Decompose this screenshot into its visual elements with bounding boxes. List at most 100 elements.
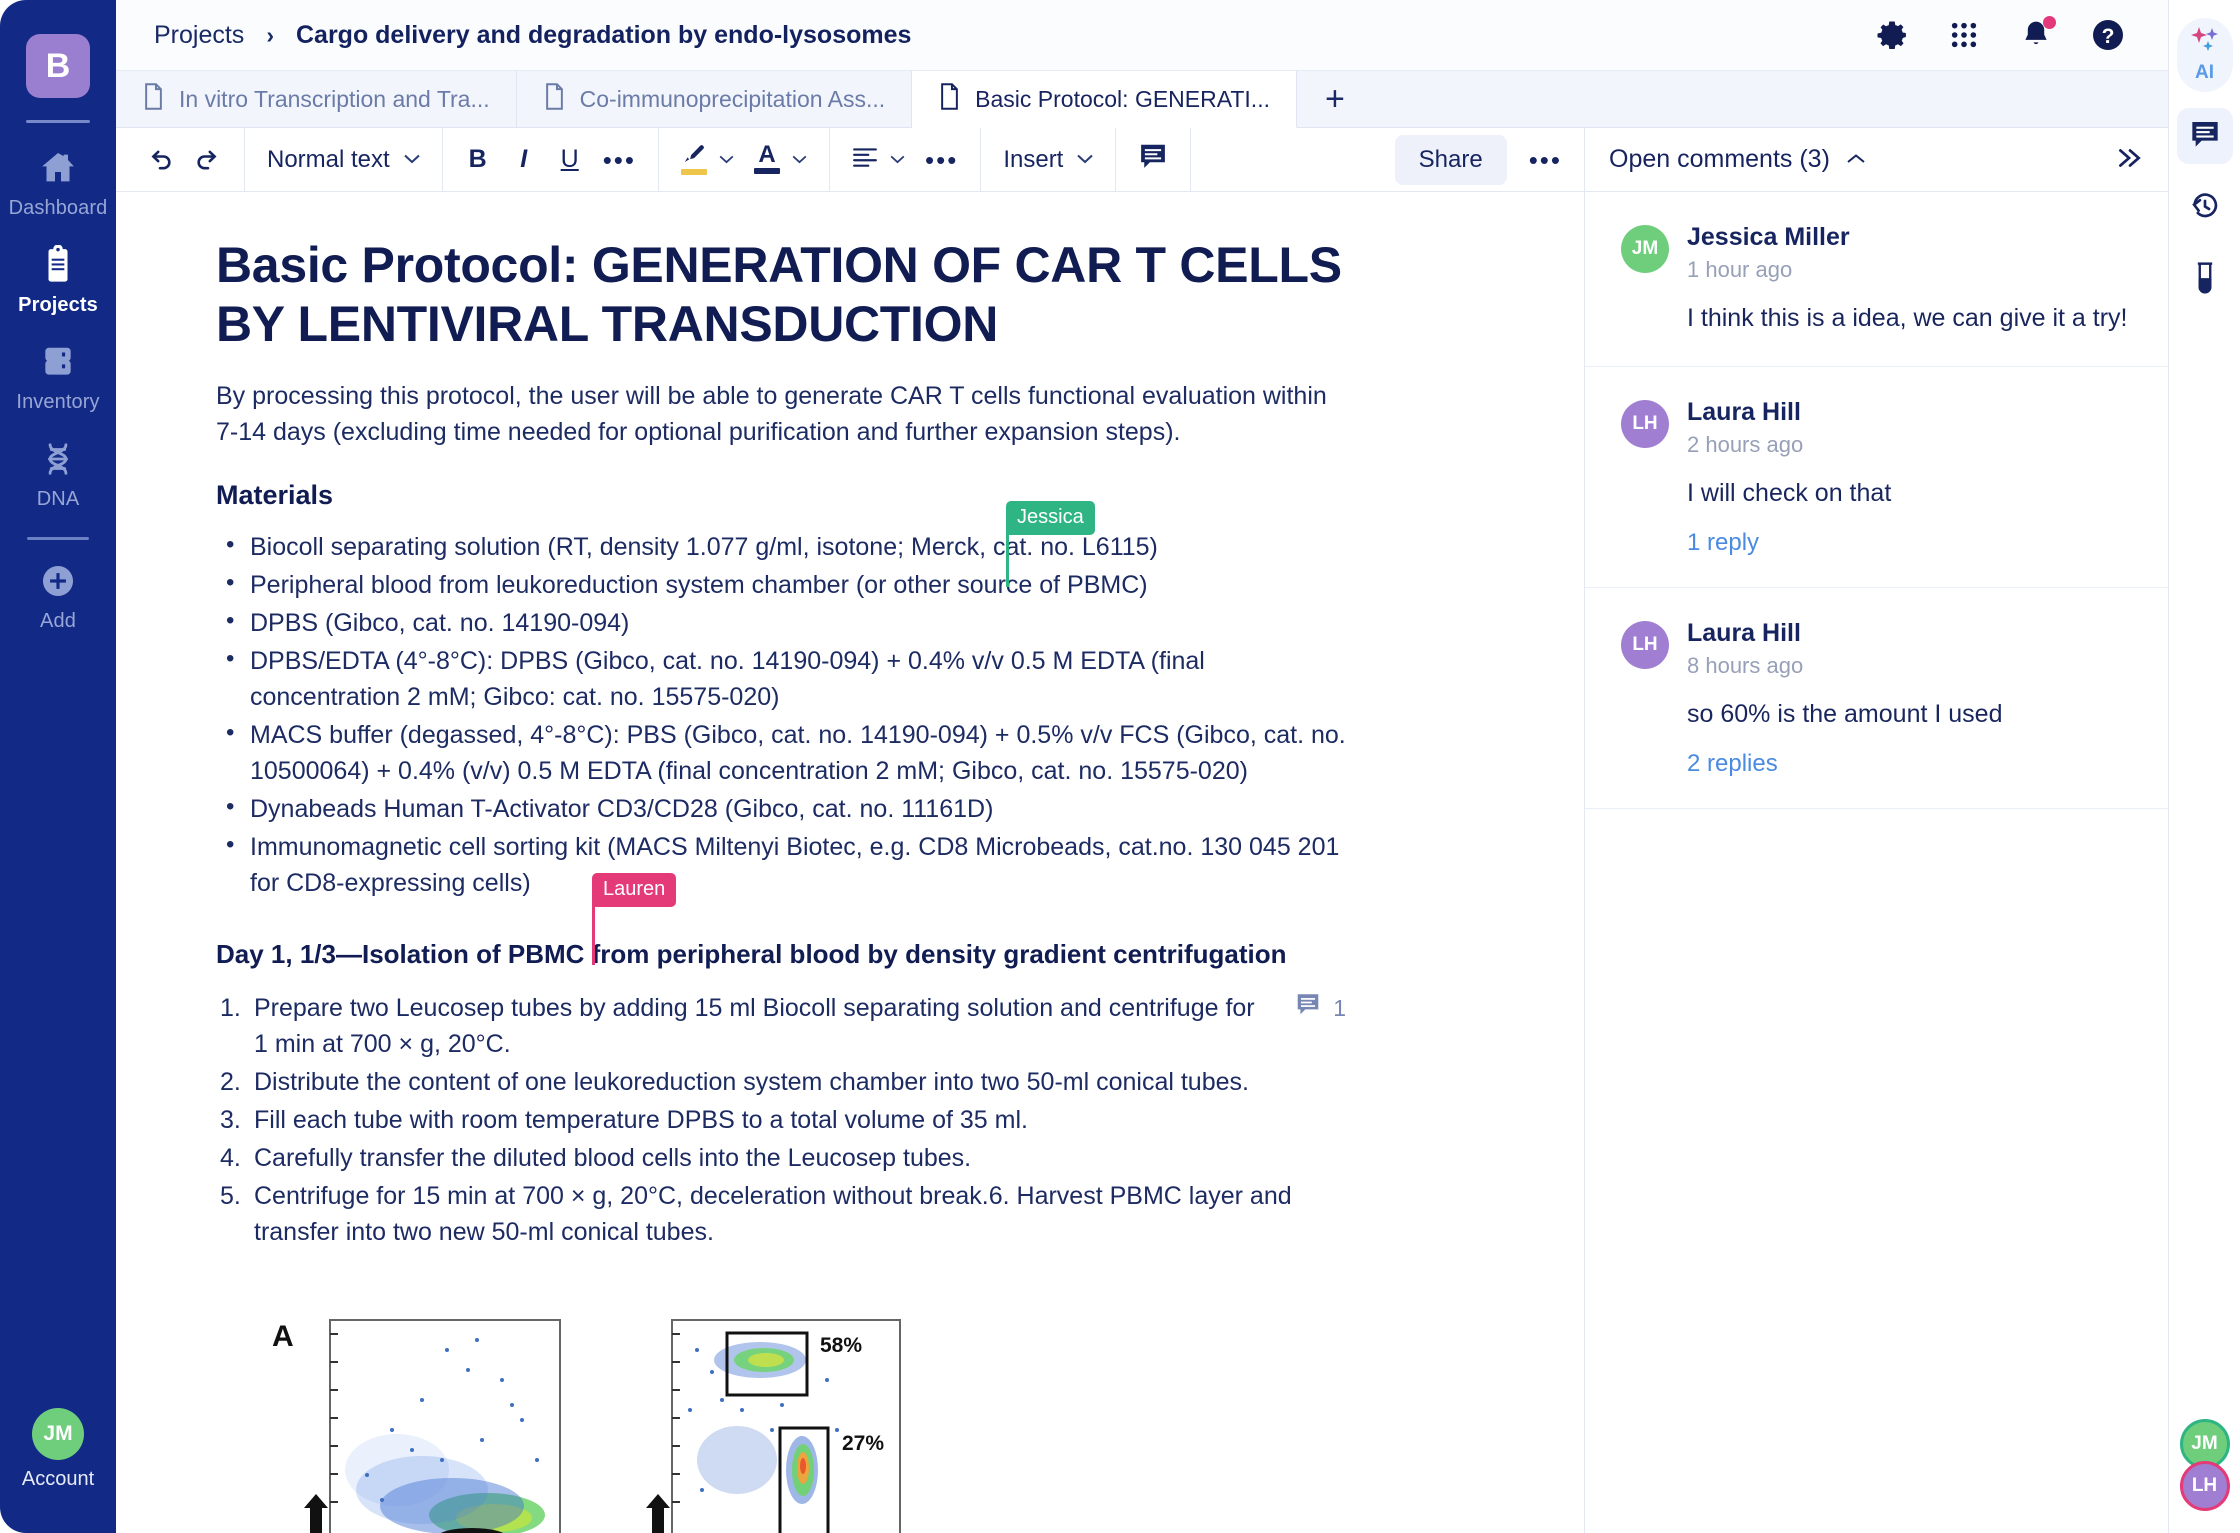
editor-toolbar: Normal text B I U ••• A ••• Insert Share… bbox=[116, 128, 2168, 192]
sidebar-item-dna[interactable]: DNA bbox=[0, 424, 116, 521]
comment-meta: Laura Hill 8 hours ago bbox=[1687, 618, 1803, 679]
sidebar-divider-top bbox=[26, 120, 90, 123]
font-color-letter: A bbox=[758, 141, 776, 168]
svg-text:27%: 27% bbox=[842, 1432, 884, 1455]
comment-card[interactable]: LH Laura Hill 8 hours ago so 60% is the … bbox=[1585, 588, 2168, 809]
step-row: Prepare two Leucosep tubes by adding 15 … bbox=[254, 990, 1346, 1062]
comment-timestamp: 2 hours ago bbox=[1687, 432, 1804, 457]
figure-panel-label: A bbox=[272, 1320, 294, 1353]
breadcrumb-current: Cargo delivery and degradation by endo-l… bbox=[295, 20, 912, 49]
account-button[interactable]: JM Account bbox=[0, 1408, 116, 1491]
doc-tab-label: Co-immunoprecipitation Ass... bbox=[579, 85, 886, 112]
chevron-down-icon bbox=[719, 151, 734, 168]
ai-label: AI bbox=[2195, 62, 2214, 83]
account-label: Account bbox=[21, 1468, 95, 1490]
open-comments-toggle[interactable]: Open comments (3) bbox=[1609, 145, 1830, 174]
top-header: Projects › Cargo delivery and degradatio… bbox=[116, 0, 2168, 71]
comment-header: LH Laura Hill 2 hours ago bbox=[1621, 397, 2132, 458]
toolbar-group-style: Normal text bbox=[245, 128, 443, 191]
doc-tab-2[interactable]: Co-immunoprecipitation Ass... bbox=[516, 71, 913, 127]
sidebar-item-inventory[interactable]: Inventory bbox=[0, 327, 116, 424]
right-icon-rail: AI JM LH bbox=[2168, 0, 2240, 1533]
comment-timestamp: 1 hour ago bbox=[1687, 257, 1793, 282]
redo-button[interactable] bbox=[194, 140, 222, 180]
add-comment-button[interactable] bbox=[1138, 140, 1168, 180]
version-history-button[interactable] bbox=[2177, 180, 2233, 236]
bold-button[interactable]: B bbox=[465, 140, 491, 180]
list-item: Immunomagnetic cell sorting kit (MACS Mi… bbox=[220, 828, 1346, 901]
insert-dropdown[interactable]: Insert bbox=[1003, 145, 1094, 174]
comment-replies-link[interactable]: 1 reply bbox=[1687, 529, 2132, 557]
file-icon bbox=[543, 82, 566, 116]
brand-logo[interactable]: B bbox=[26, 34, 90, 98]
insert-label: Insert bbox=[1003, 145, 1064, 173]
sidebar-item-add[interactable]: Add bbox=[0, 546, 116, 643]
toolbar-group-insert: Insert bbox=[981, 128, 1117, 191]
gear-icon[interactable] bbox=[1872, 15, 1912, 55]
comment-meta: Jessica Miller 1 hour ago bbox=[1687, 222, 1850, 283]
highlight-color-button[interactable] bbox=[681, 140, 734, 180]
avatar-initials: LH bbox=[2191, 1475, 2218, 1496]
dna-icon bbox=[37, 438, 79, 480]
doc-tab-3[interactable]: Basic Protocol: GENERATI... bbox=[912, 71, 1297, 128]
protocol-steps-list: Prepare two Leucosep tubes by adding 15 … bbox=[220, 990, 1346, 1250]
doc-tab-1[interactable]: In vitro Transcription and Tra... bbox=[116, 71, 517, 127]
comment-body: I will check on that bbox=[1687, 479, 1892, 507]
list-item: DPBS (Gibco, cat. no. 14190-094) bbox=[220, 604, 1346, 641]
list-item: MACS buffer (degassed, 4°-8°C): PBS (Gib… bbox=[220, 716, 1346, 789]
apps-grid-icon[interactable] bbox=[1944, 15, 1984, 55]
more-paragraph-button[interactable]: ••• bbox=[925, 140, 958, 180]
list-item: Fill each tube with room temperature DPB… bbox=[220, 1102, 1028, 1138]
toolbar-group-inline: B I U ••• bbox=[443, 128, 660, 191]
document-canvas[interactable]: Basic Protocol: GENERATION OF CAR T CELL… bbox=[116, 192, 1584, 1533]
ai-assistant-button[interactable]: AI bbox=[2176, 18, 2233, 92]
test-tube-icon bbox=[2192, 261, 2218, 300]
undo-button[interactable] bbox=[146, 140, 174, 180]
sidebar-item-label: Dashboard bbox=[8, 197, 108, 219]
history-icon bbox=[2189, 190, 2221, 227]
comment-header: JM Jessica Miller 1 hour ago bbox=[1621, 222, 2132, 283]
add-tab-button[interactable]: + bbox=[1296, 71, 1373, 127]
comment-replies-link[interactable]: 2 replies bbox=[1687, 750, 2132, 778]
step-comment-indicator[interactable]: 1 bbox=[1295, 992, 1346, 1025]
chevron-down-icon bbox=[890, 151, 905, 168]
breadcrumb-root[interactable]: Projects bbox=[154, 21, 244, 50]
comment-card[interactable]: LH Laura Hill 2 hours ago I will check o… bbox=[1585, 367, 2168, 588]
share-button[interactable]: Share bbox=[1394, 134, 1507, 185]
align-button[interactable] bbox=[852, 140, 905, 180]
doc-tab-label: Basic Protocol: GENERATI... bbox=[975, 85, 1270, 112]
collapse-panel-button[interactable] bbox=[2114, 144, 2144, 176]
highlight-pen-icon bbox=[681, 144, 708, 175]
test-tube-button[interactable] bbox=[2177, 252, 2233, 308]
materials-list: Biocoll separating solution (RT, density… bbox=[220, 501, 1346, 965]
comment-card[interactable]: JM Jessica Miller 1 hour ago I think thi… bbox=[1585, 192, 2168, 367]
comments-rail-button[interactable] bbox=[2176, 108, 2233, 164]
toolbar-group-paragraph: ••• bbox=[830, 128, 982, 191]
comment-header: LH Laura Hill 8 hours ago bbox=[1621, 618, 2132, 679]
align-left-icon bbox=[852, 145, 878, 174]
list-item: Peripheral blood from leukoreduction sys… bbox=[220, 566, 1346, 603]
app-root: B Dashboard Projects Inventory DNA Add J… bbox=[0, 0, 2240, 1533]
italic-button[interactable]: I bbox=[511, 140, 537, 180]
comment-icon bbox=[1138, 142, 1168, 177]
more-actions-button[interactable]: ••• bbox=[1525, 147, 1584, 173]
underline-button[interactable]: U bbox=[557, 140, 583, 180]
list-item: DPBS/EDTA (4°-8°C): DPBS (Gibco, cat. no… bbox=[220, 642, 1346, 715]
sidebar-item-label: Add bbox=[40, 610, 76, 632]
more-text-format-button[interactable]: ••• bbox=[603, 140, 636, 180]
bell-icon[interactable] bbox=[2016, 15, 2056, 55]
text-style-dropdown[interactable]: Normal text bbox=[267, 146, 420, 174]
presence-avatar[interactable]: LH bbox=[2179, 1461, 2230, 1511]
day-section-heading: Day 1, 1/3—Isolation of PBMC from periph… bbox=[216, 939, 1287, 969]
list-item: Biocoll separating solution (RT, density… bbox=[220, 528, 1346, 565]
file-icon bbox=[142, 82, 165, 116]
sidebar-item-projects[interactable]: Projects bbox=[0, 230, 116, 327]
sidebar-item-dashboard[interactable]: Dashboard bbox=[0, 133, 116, 230]
font-color-button[interactable]: A bbox=[754, 140, 807, 180]
font-color-icon: A bbox=[754, 141, 781, 174]
comment-timestamp: 8 hours ago bbox=[1687, 653, 1804, 678]
help-icon[interactable]: ? bbox=[2088, 15, 2128, 55]
chevron-up-icon[interactable] bbox=[1846, 149, 1866, 171]
breadcrumb-separator-icon: › bbox=[266, 21, 274, 48]
toolbar-group-color: A bbox=[659, 128, 831, 191]
